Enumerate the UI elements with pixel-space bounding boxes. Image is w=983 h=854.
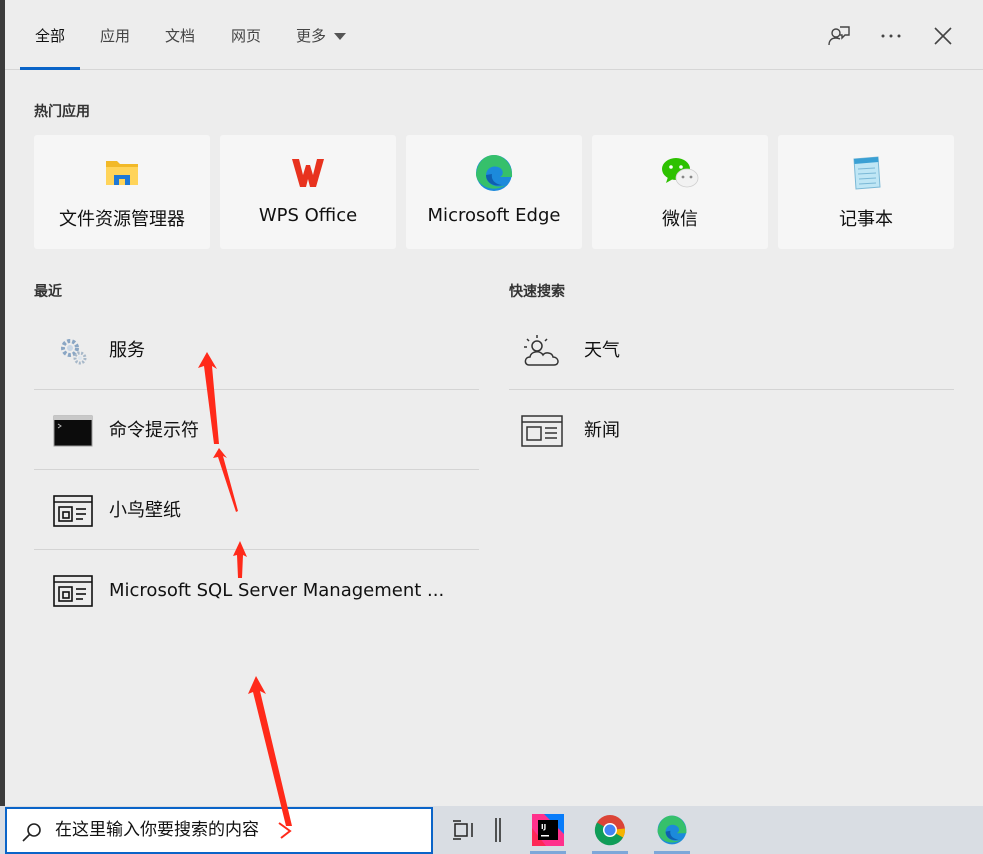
tab-bar: 全部 应用 文档 网页 更多 <box>5 0 983 70</box>
file-explorer-icon <box>102 153 142 193</box>
recent-item-services[interactable]: 服务 <box>34 310 479 390</box>
section-title-quick-search: 快速搜索 <box>509 284 565 300</box>
edge-icon <box>474 153 514 193</box>
recent-item-command-prompt[interactable]: 命令提示符 <box>34 390 479 470</box>
tab-documents[interactable]: 文档 <box>165 0 195 70</box>
search-input-text[interactable]: 在这里输入你要搜索的内容 <box>55 809 259 852</box>
recent-item-sql-server-management[interactable]: Microsoft SQL Server Management ... <box>34 550 479 630</box>
intellij-idea-icon: IJ <box>532 814 564 846</box>
app-tile-label: 记事本 <box>839 209 893 230</box>
divider-bars-icon <box>495 818 501 842</box>
tab-web[interactable]: 网页 <box>231 0 261 70</box>
app-tile-edge[interactable]: Microsoft Edge <box>406 135 582 249</box>
app-tile-label: 文件资源管理器 <box>59 209 185 230</box>
taskbar-search-box[interactable]: 在这里输入你要搜索的内容 <box>5 807 433 854</box>
svg-text:IJ: IJ <box>541 823 546 831</box>
weather-cloud-sun-icon <box>521 334 563 368</box>
close-icon <box>934 27 952 45</box>
wps-office-icon <box>288 153 328 193</box>
app-tile-wechat[interactable]: 微信 <box>592 135 768 249</box>
taskbar-app-edge[interactable] <box>648 806 696 854</box>
quick-search-label: 天气 <box>584 340 620 361</box>
app-tile-label: Microsoft Edge <box>427 205 561 226</box>
taskbar-divider <box>478 806 518 854</box>
app-tile-label: WPS Office <box>258 205 358 226</box>
app-tile-file-explorer[interactable]: 文件资源管理器 <box>34 135 210 249</box>
more-options-button[interactable] <box>877 22 905 50</box>
recent-item-xiaoniao-wallpaper[interactable]: 小鸟壁纸 <box>34 470 479 550</box>
task-view-icon <box>453 820 473 840</box>
recent-item-label: 服务 <box>109 340 145 361</box>
app-tile-wps-office[interactable]: WPS Office <box>220 135 396 249</box>
app-window-icon <box>52 574 94 608</box>
app-window-icon <box>52 494 94 528</box>
wechat-icon <box>660 153 700 193</box>
quick-search-news[interactable]: 新闻 <box>509 390 954 470</box>
quick-search-weather[interactable]: 天气 <box>509 310 954 390</box>
chrome-icon <box>594 815 625 846</box>
tab-all[interactable]: 全部 <box>19 0 81 70</box>
caret-down-icon <box>334 33 347 40</box>
services-gear-icon <box>52 334 94 368</box>
taskbar-app-intellij[interactable]: IJ <box>524 806 572 854</box>
close-button[interactable] <box>929 22 957 50</box>
app-tile-notepad[interactable]: 记事本 <box>778 135 954 249</box>
news-icon <box>521 414 563 448</box>
section-title-top-apps: 热门应用 <box>34 104 90 120</box>
search-panel: 全部 应用 文档 网页 更多 热门应用 文件资源管理器 WPS Office M… <box>5 0 983 806</box>
app-tile-label: 微信 <box>662 209 698 230</box>
edge-icon <box>657 815 687 845</box>
recent-item-label: 小鸟壁纸 <box>109 500 181 521</box>
feedback-icon <box>828 26 850 46</box>
ellipsis-icon <box>881 34 901 38</box>
quick-search-label: 新闻 <box>584 420 620 441</box>
search-icon <box>22 823 41 842</box>
tab-apps[interactable]: 应用 <box>100 0 130 70</box>
command-prompt-icon <box>52 414 94 448</box>
recent-item-label: Microsoft SQL Server Management ... <box>109 580 445 601</box>
tab-more-label: 更多 <box>296 27 327 45</box>
section-title-recent: 最近 <box>34 284 62 300</box>
notepad-icon <box>846 153 886 193</box>
recent-item-label: 命令提示符 <box>109 420 199 441</box>
feedback-button[interactable] <box>825 22 853 50</box>
taskbar-app-chrome[interactable] <box>586 806 634 854</box>
tab-more[interactable]: 更多 <box>296 0 347 70</box>
